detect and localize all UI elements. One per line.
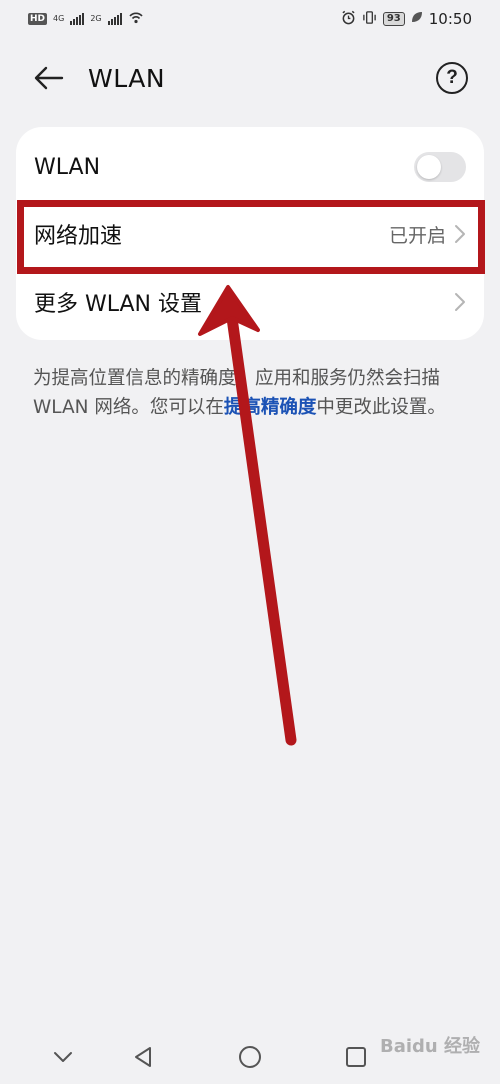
wlan-toggle[interactable] xyxy=(414,152,466,182)
more-wlan-settings-label: 更多 WLAN 设置 xyxy=(34,292,203,317)
toggle-knob xyxy=(417,155,441,179)
wifi-hotspot-icon xyxy=(128,10,144,28)
nav-home-icon[interactable] xyxy=(235,1042,265,1072)
collapse-nav-icon[interactable] xyxy=(48,1042,78,1072)
alarm-icon xyxy=(341,10,356,29)
baidu-watermark: Baidu 经验 xyxy=(380,1036,481,1057)
status-bar: HD 4G 2G 93 10:50 xyxy=(0,0,500,38)
more-wlan-settings-row[interactable]: 更多 WLAN 设置 xyxy=(16,268,484,336)
wlan-toggle-row[interactable]: WLAN xyxy=(16,133,484,201)
status-bar-left: HD 4G 2G xyxy=(28,10,144,28)
app-header: WLAN ? xyxy=(0,50,500,106)
location-accuracy-description: 为提高位置信息的精确度，应用和服务仍然会扫描 WLAN 网络。您可以在提高精确度… xyxy=(33,364,473,422)
status-time: 10:50 xyxy=(428,10,472,28)
more-wlan-settings-right xyxy=(454,292,466,312)
vibrate-icon xyxy=(362,10,377,29)
chevron-right-icon xyxy=(455,225,465,243)
page-title: WLAN xyxy=(88,63,166,93)
nav-back-icon[interactable] xyxy=(128,1042,158,1072)
network-acceleration-value: 已开启 xyxy=(388,224,446,247)
nav-recents-icon[interactable] xyxy=(341,1042,371,1072)
help-icon[interactable]: ? xyxy=(436,62,468,94)
net-4g-label: 4G xyxy=(53,14,65,23)
network-acceleration-row[interactable]: 网络加速 已开启 xyxy=(16,200,484,268)
signal-icon-2 xyxy=(107,13,122,25)
status-bar-right: 93 10:50 xyxy=(341,10,472,29)
improve-accuracy-link[interactable]: 提高精确度 xyxy=(224,397,317,418)
back-arrow-icon[interactable] xyxy=(32,61,66,95)
signal-icon xyxy=(70,13,85,25)
settings-card: WLAN 网络加速 已开启 更多 WLAN 设置 xyxy=(16,127,484,340)
description-text-after: 中更改此设置。 xyxy=(316,397,446,418)
hd-icon: HD xyxy=(28,13,48,25)
leaf-icon xyxy=(411,11,423,27)
chevron-right-icon xyxy=(455,293,465,311)
network-acceleration-label: 网络加速 xyxy=(34,224,123,249)
net-2g-label: 2G xyxy=(90,14,102,23)
wlan-label: WLAN xyxy=(34,154,101,180)
wlan-toggle-container xyxy=(414,152,466,182)
battery-icon: 93 xyxy=(382,12,405,26)
network-acceleration-right: 已开启 xyxy=(389,221,466,248)
